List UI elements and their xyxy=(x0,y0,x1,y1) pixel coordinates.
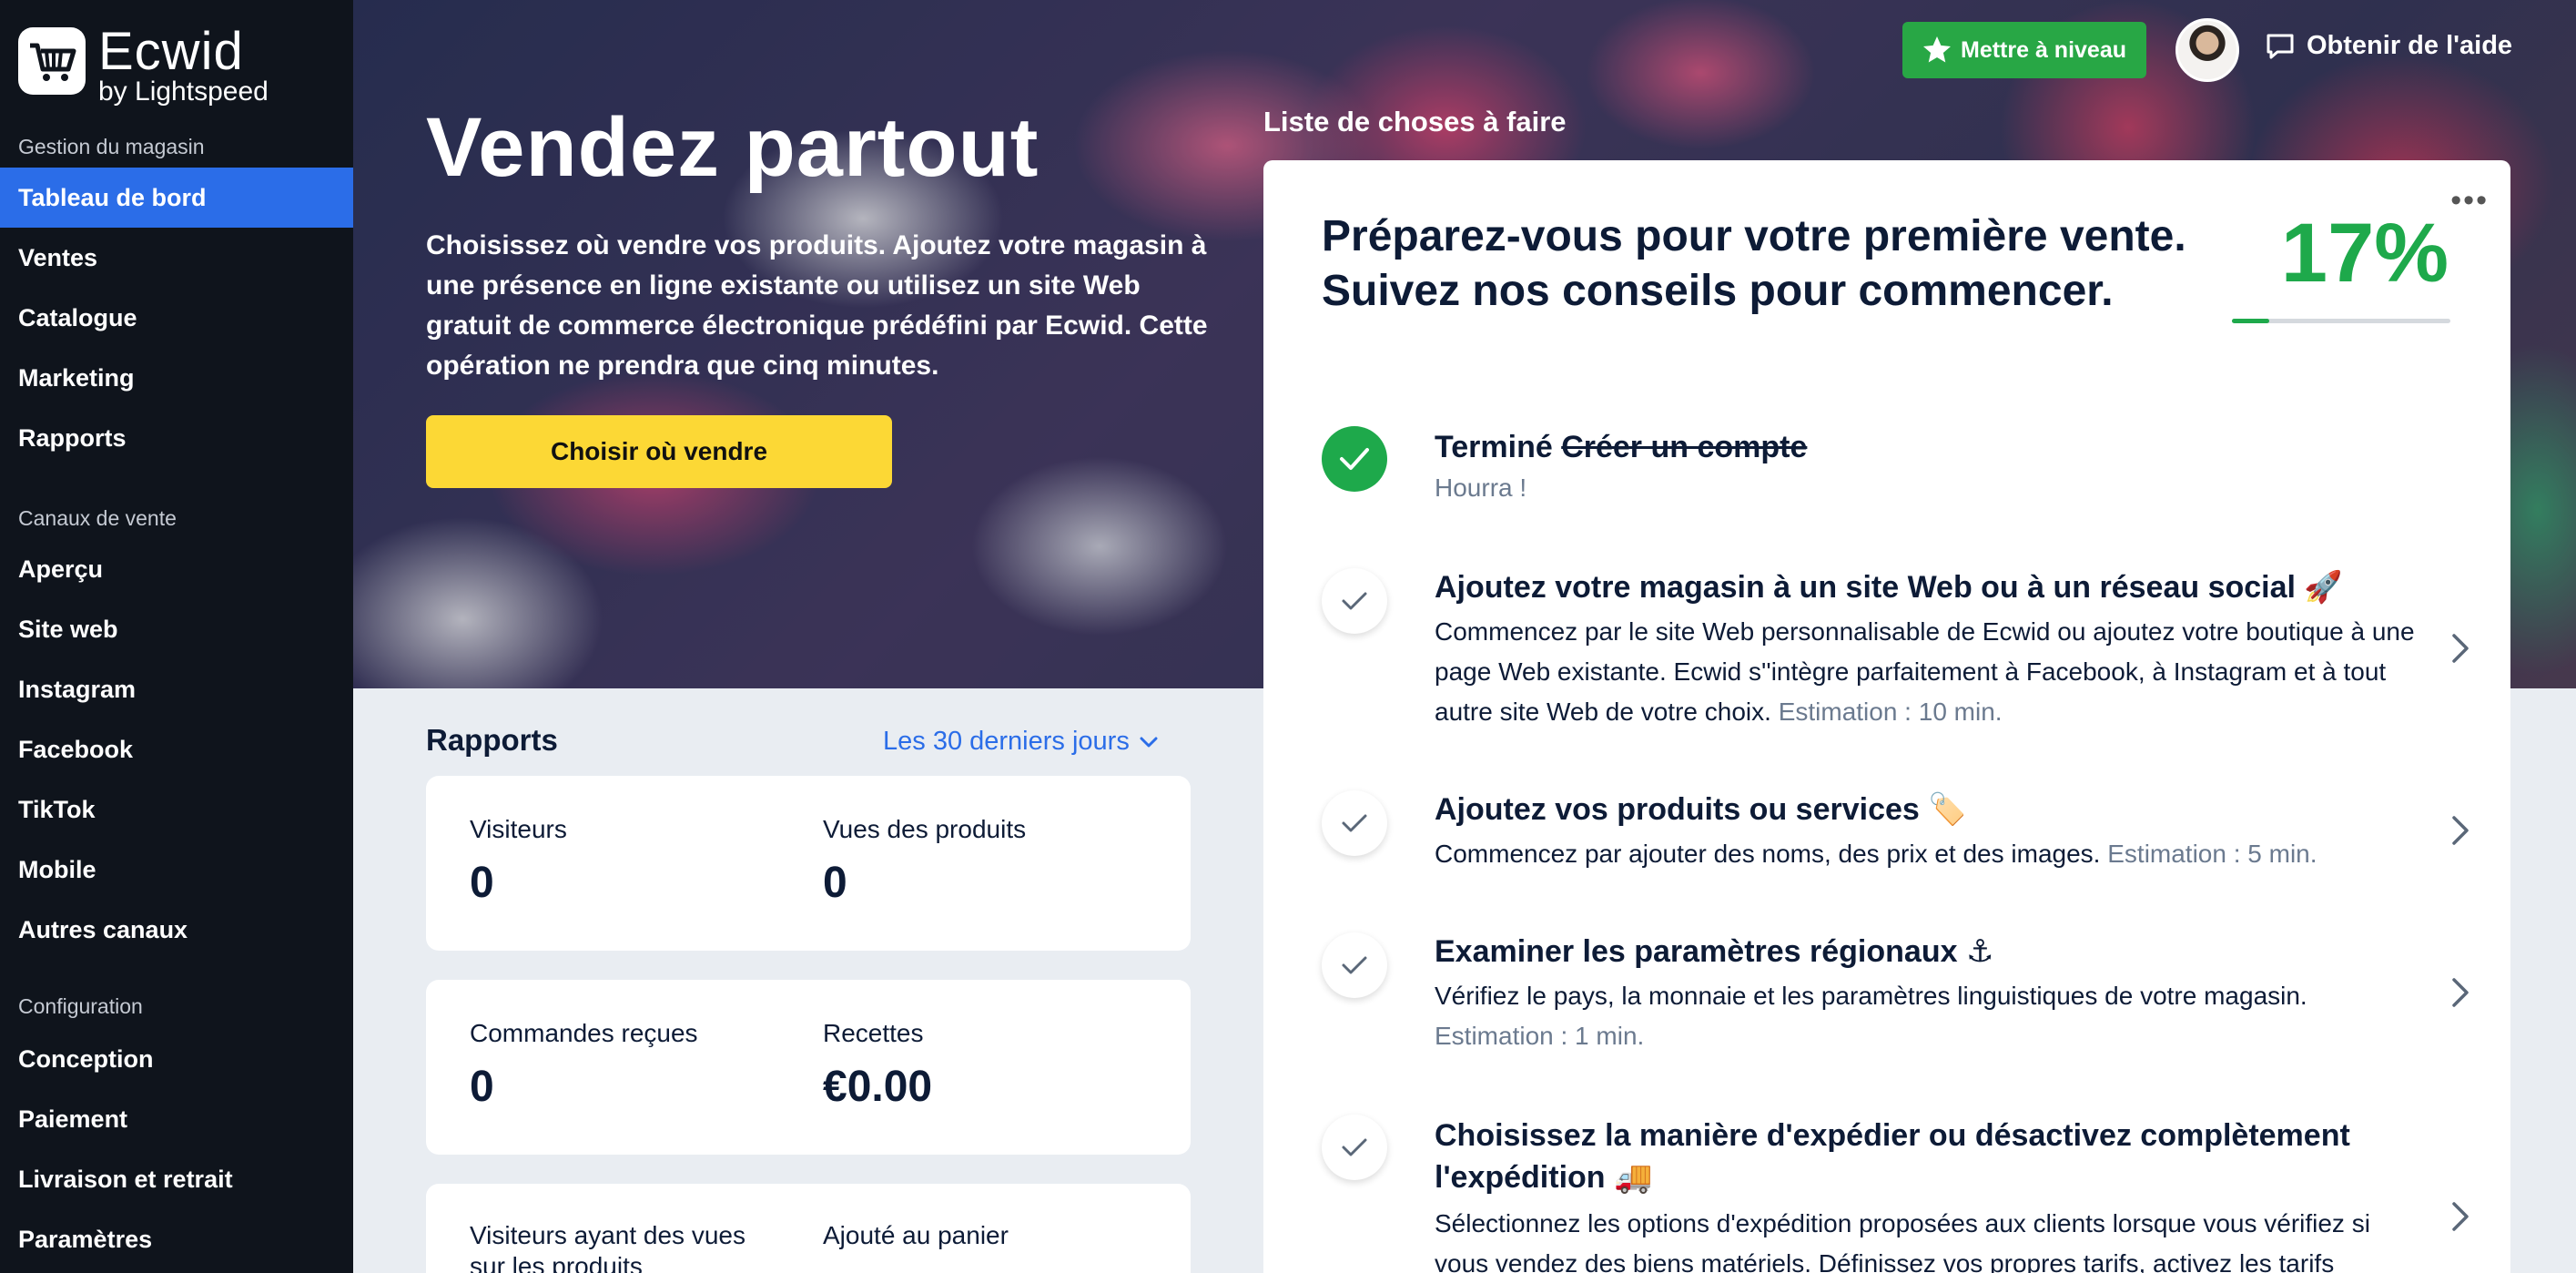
task-3-title[interactable]: Ajoutez vos produits ou services 🏷️ xyxy=(1435,789,2418,830)
task-1-sub: Hourra ! xyxy=(1435,474,1527,502)
date-range-dropdown[interactable]: Les 30 derniers jours xyxy=(883,727,1159,757)
chevron-right-icon[interactable] xyxy=(2447,974,2474,1011)
sidebar-item-facebook[interactable]: Facebook xyxy=(0,719,353,779)
metric-visitors-with-views: Visiteurs ayant des vues sur les produit… xyxy=(470,1221,745,1273)
sidebar-item-mobile[interactable]: Mobile xyxy=(0,840,353,900)
chevron-right-icon[interactable] xyxy=(2447,630,2474,667)
help-label: Obtenir de l'aide xyxy=(2307,31,2513,60)
reports-title: Rapports xyxy=(426,723,558,757)
hero-title: Vendez partout xyxy=(426,101,1040,194)
metric-added-to-cart: Ajouté au panier xyxy=(823,1221,1009,1249)
task-2-desc: Commencez par le site Web personnalisabl… xyxy=(1435,617,2415,726)
hero-description: Choisissez où vendre vos produits. Ajout… xyxy=(426,230,1208,381)
metric-visitors: Visiteurs 0 xyxy=(470,815,567,907)
nav-section-channels: Canaux de vente xyxy=(18,506,177,530)
sidebar-item-marketing[interactable]: Marketing xyxy=(0,348,353,408)
progress-bar-fill xyxy=(2232,319,2269,323)
chevron-right-icon[interactable] xyxy=(2447,812,2474,849)
task-2-estimate: Estimation : 10 min. xyxy=(1778,698,2003,726)
choose-where-to-sell-button[interactable]: Choisir où vendre xyxy=(426,415,892,488)
metric-orders: Commandes reçues 0 xyxy=(470,1019,698,1111)
task-3-desc: Commencez par ajouter des noms, des prix… xyxy=(1435,840,2317,868)
progress-percent: 17% xyxy=(2280,207,2449,300)
task-check-icon[interactable] xyxy=(1322,568,1387,634)
chevron-down-icon xyxy=(1140,737,1158,747)
task-check-icon[interactable] xyxy=(1322,790,1387,856)
task-check-icon[interactable] xyxy=(1322,1115,1387,1180)
report-card-conversion[interactable]: Visiteurs ayant des vues sur les produit… xyxy=(426,1184,1191,1273)
brand-sub: by Lightspeed xyxy=(98,76,269,107)
todo-section-label: Liste de choses à faire xyxy=(1263,106,1567,137)
report-card-orders[interactable]: Commandes reçues 0 Recettes €0.00 xyxy=(426,980,1191,1155)
nav-section-store: Gestion du magasin xyxy=(18,135,205,158)
brand-name: Ecwid xyxy=(98,22,244,81)
task-1-name: Créer un compte xyxy=(1561,430,1808,464)
ecwid-logo[interactable]: Ecwid by Lightspeed xyxy=(18,22,269,107)
todo-heading: Préparez-vous pour votre première vente.… xyxy=(1322,212,2186,315)
sidebar-item-shipping[interactable]: Livraison et retrait xyxy=(0,1149,353,1209)
sidebar-item-website[interactable]: Site web xyxy=(0,599,353,659)
star-icon xyxy=(1923,36,1951,63)
sidebar-item-overview[interactable]: Aperçu xyxy=(0,539,353,599)
sidebar-item-design[interactable]: Conception xyxy=(0,1029,353,1089)
sidebar-item-settings[interactable]: Paramètres xyxy=(0,1209,353,1269)
metric-revenue: Recettes €0.00 xyxy=(823,1019,933,1111)
date-range-label: Les 30 derniers jours xyxy=(883,727,1130,756)
sidebar-item-instagram[interactable]: Instagram xyxy=(0,659,353,719)
avatar[interactable] xyxy=(2175,18,2239,82)
task-4-title[interactable]: Examiner les paramètres régionaux ⚓ xyxy=(1435,931,2418,973)
task-2-title[interactable]: Ajoutez votre magasin à un site Web ou à… xyxy=(1435,566,2418,608)
cart-logo-icon xyxy=(18,27,86,95)
sidebar-item-catalog[interactable]: Catalogue xyxy=(0,288,353,348)
task-check-icon[interactable] xyxy=(1322,932,1387,998)
task-1-status: Terminé xyxy=(1435,430,1553,464)
sidebar-item-tiktok[interactable]: TikTok xyxy=(0,779,353,840)
sidebar-item-other-channels[interactable]: Autres canaux xyxy=(0,900,353,960)
sidebar-item-sales[interactable]: Ventes xyxy=(0,228,353,288)
sidebar-item-dashboard[interactable]: Tableau de bord xyxy=(0,168,353,228)
sidebar-item-payment[interactable]: Paiement xyxy=(0,1089,353,1149)
progress-bar xyxy=(2232,319,2450,323)
task-done-check-icon xyxy=(1322,426,1387,492)
todo-card: ••• Préparez-vous pour votre première ve… xyxy=(1263,160,2510,1273)
task-4-desc: Vérifiez le pays, la monnaie et les para… xyxy=(1435,982,2307,1010)
task-5-title[interactable]: Choisissez la manière d'expédier ou désa… xyxy=(1435,1115,2418,1198)
task-5-desc: Sélectionnez les options d'expédition pr… xyxy=(1435,1209,2370,1273)
task-1-title: Terminé Créer un compte xyxy=(1435,426,2418,468)
upgrade-button[interactable]: Mettre à niveau xyxy=(1902,22,2146,78)
task-3-estimate: Estimation : 5 min. xyxy=(2107,840,2317,868)
upgrade-label: Mettre à niveau xyxy=(1961,36,2127,63)
chat-bubble-icon xyxy=(2267,34,2294,58)
metric-product-views: Vues des produits 0 xyxy=(823,815,1027,907)
nav-section-config: Configuration xyxy=(18,994,143,1018)
sidebar-item-reports[interactable]: Rapports xyxy=(0,408,353,468)
chevron-right-icon[interactable] xyxy=(2447,1198,2474,1235)
sidebar: Ecwid by Lightspeed Gestion du magasin T… xyxy=(0,0,353,1273)
task-4-estimate: Estimation : 1 min. xyxy=(1435,1022,1645,1050)
report-card-visitors[interactable]: Visiteurs 0 Vues des produits 0 xyxy=(426,776,1191,951)
help-button[interactable]: Obtenir de l'aide xyxy=(2265,31,2512,61)
